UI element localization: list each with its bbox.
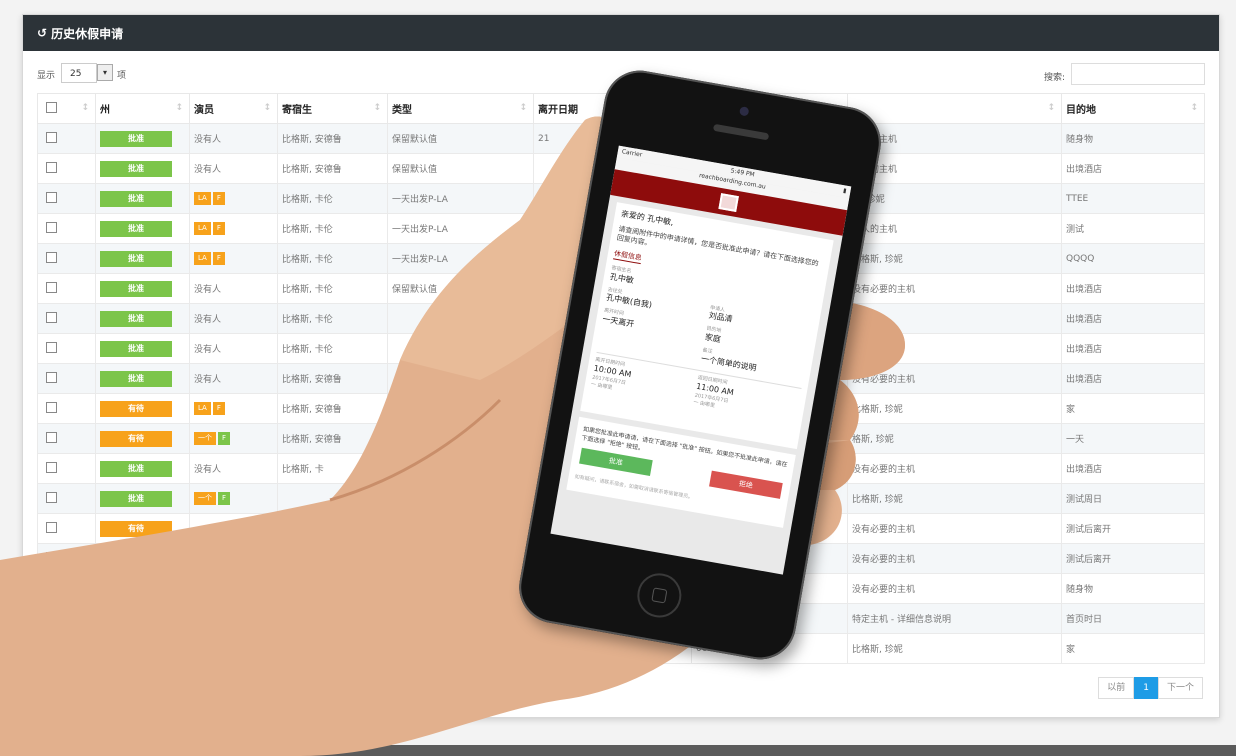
request-card: 亲爱的 孔中敏, 请查阅附件中的申请详情，您是否批准此申请？请在下面选择您的回复… <box>580 202 834 450</box>
home-square-icon <box>651 587 668 604</box>
tab-leave-info[interactable]: 休假信息 <box>613 249 643 265</box>
school-logo-icon <box>718 193 739 212</box>
footer-note: 如有疑问，请联系宿舍，如需取消请联系寄宿管理员。 <box>574 473 694 501</box>
battery-icon: ▮ <box>842 187 847 195</box>
